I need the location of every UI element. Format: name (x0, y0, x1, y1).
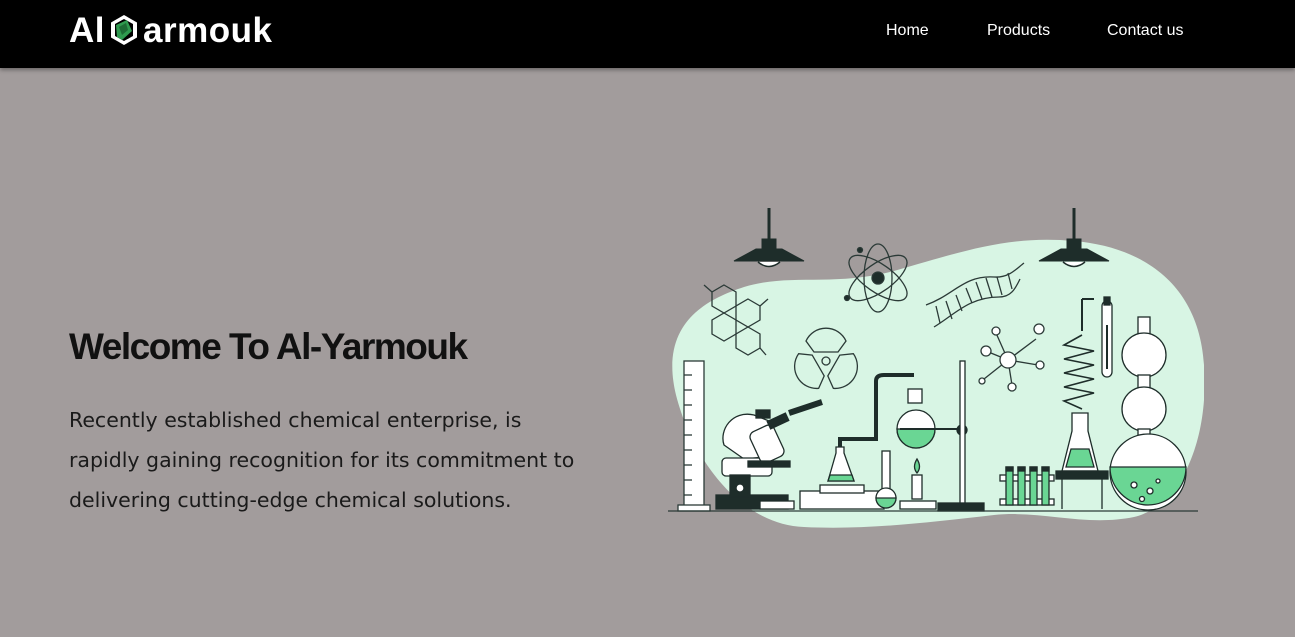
nav-contact-link[interactable]: Contact us (1107, 22, 1183, 40)
lab-illustration (668, 208, 1204, 528)
nav-products-link[interactable]: Products (987, 22, 1050, 40)
hero-description: Recently established chemical enterprise… (69, 408, 575, 512)
navbar: Al armouk Home Products Contact us (0, 0, 1295, 68)
lamp-right-icon (1038, 208, 1110, 268)
lamp-left-icon (733, 208, 805, 268)
nav-home-link[interactable]: Home (886, 22, 929, 40)
thermometer-icon (1101, 296, 1113, 378)
nav-links: Home Products Contact us (0, 22, 1295, 44)
hero-title: Welcome To Al-Yarmouk (69, 326, 468, 367)
